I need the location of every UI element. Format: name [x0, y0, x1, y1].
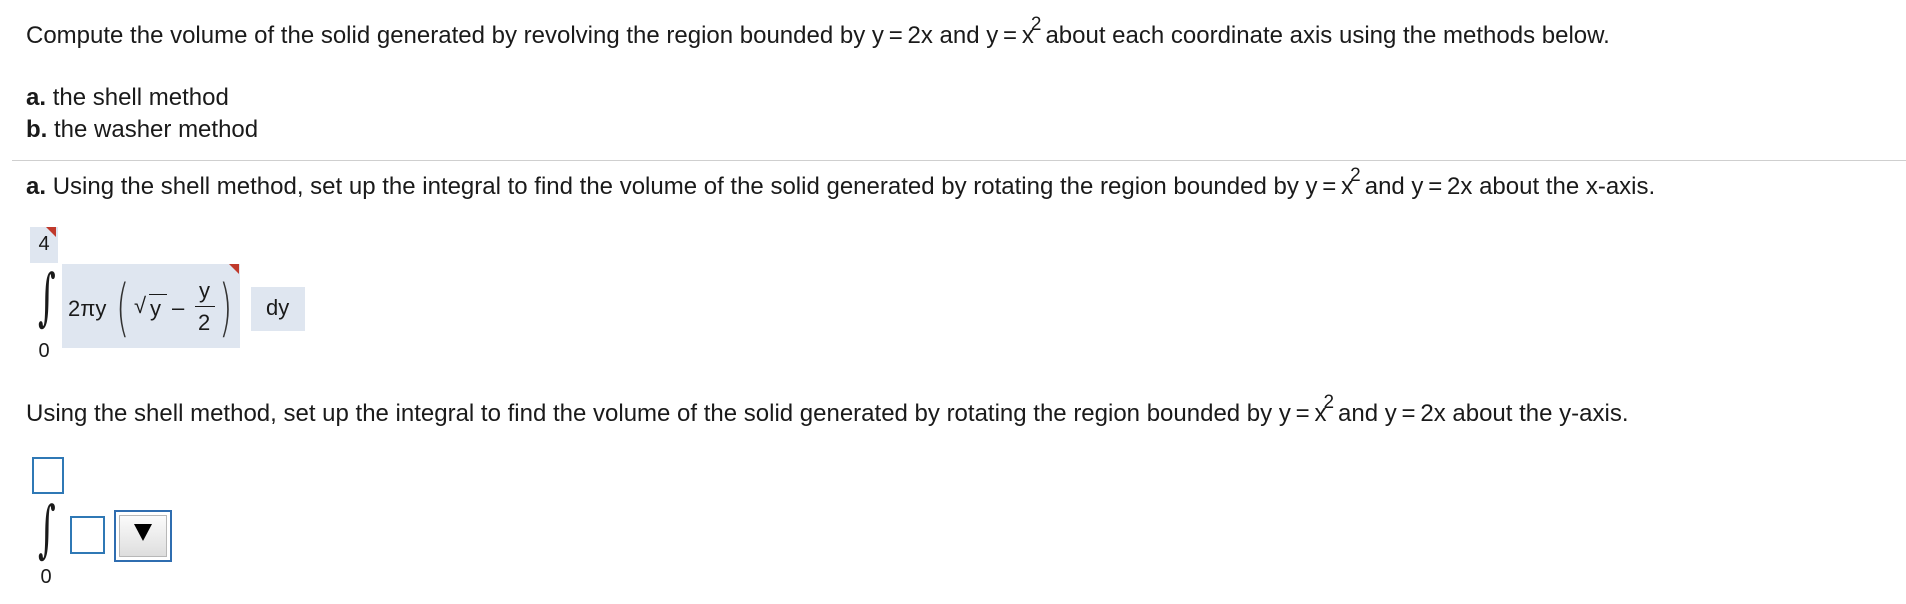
fraction-bar: [195, 306, 215, 307]
part-a2-prompt-text: Using the shell method, set up the integ…: [26, 400, 1327, 427]
part-b-item: b. the washer method: [26, 116, 258, 144]
part-a-prompt-label: a.: [26, 173, 47, 200]
part-a-label: a.: [26, 84, 47, 111]
differential-dropdown[interactable]: [114, 510, 172, 562]
exponent: 2: [1350, 165, 1361, 186]
part-a-text: the shell method: [52, 84, 229, 111]
part-a-prompt-text: Using the shell method, set up the integ…: [52, 173, 1354, 200]
lower-limit: 0: [40, 566, 52, 588]
sqrt-symbol: √: [134, 293, 147, 318]
left-paren: (: [116, 271, 130, 344]
problem-intro-text: Compute the volume of the solid generate…: [26, 22, 1034, 49]
upper-limit-input[interactable]: [32, 457, 64, 494]
fraction-numerator: y: [199, 278, 210, 303]
right-paren: ): [219, 271, 233, 344]
problem-intro-tail: about each coordinate axis using the met…: [1045, 22, 1610, 49]
fraction-denominator: 2: [198, 310, 211, 335]
lower-limit: 0: [38, 340, 50, 362]
dropdown-button[interactable]: [119, 515, 167, 557]
integral-sign: ∫: [38, 260, 56, 333]
minus-sign: –: [172, 295, 185, 320]
chevron-down-icon: [134, 524, 152, 541]
part-b-label: b.: [26, 116, 48, 143]
differential: dy: [266, 295, 290, 320]
part-a2-prompt: Using the shell method, set up the integ…: [26, 392, 1629, 428]
integral-sign: ∫: [38, 492, 56, 565]
problem-intro: Compute the volume of the solid generate…: [26, 14, 1610, 50]
upper-limit: 4: [38, 233, 50, 255]
integrand-input[interactable]: [70, 516, 105, 554]
section-divider: [12, 160, 1906, 161]
part-b-text: the washer method: [54, 116, 259, 143]
exponent: 2: [1323, 392, 1335, 413]
integrand-lead: 2πy: [68, 296, 107, 321]
exponent: 2: [1030, 14, 1042, 35]
part-a2-prompt-tail: and y = 2x about the y-axis.: [1338, 400, 1629, 427]
part-a-prompt-tail: and y = 2x about the x-axis.: [1364, 173, 1656, 200]
sqrt-bar: [149, 294, 167, 295]
sqrt-argument: y: [150, 296, 161, 321]
part-a-prompt: a. Using the shell method, set up the in…: [26, 165, 1656, 201]
part-a-item: a. the shell method: [26, 84, 229, 112]
